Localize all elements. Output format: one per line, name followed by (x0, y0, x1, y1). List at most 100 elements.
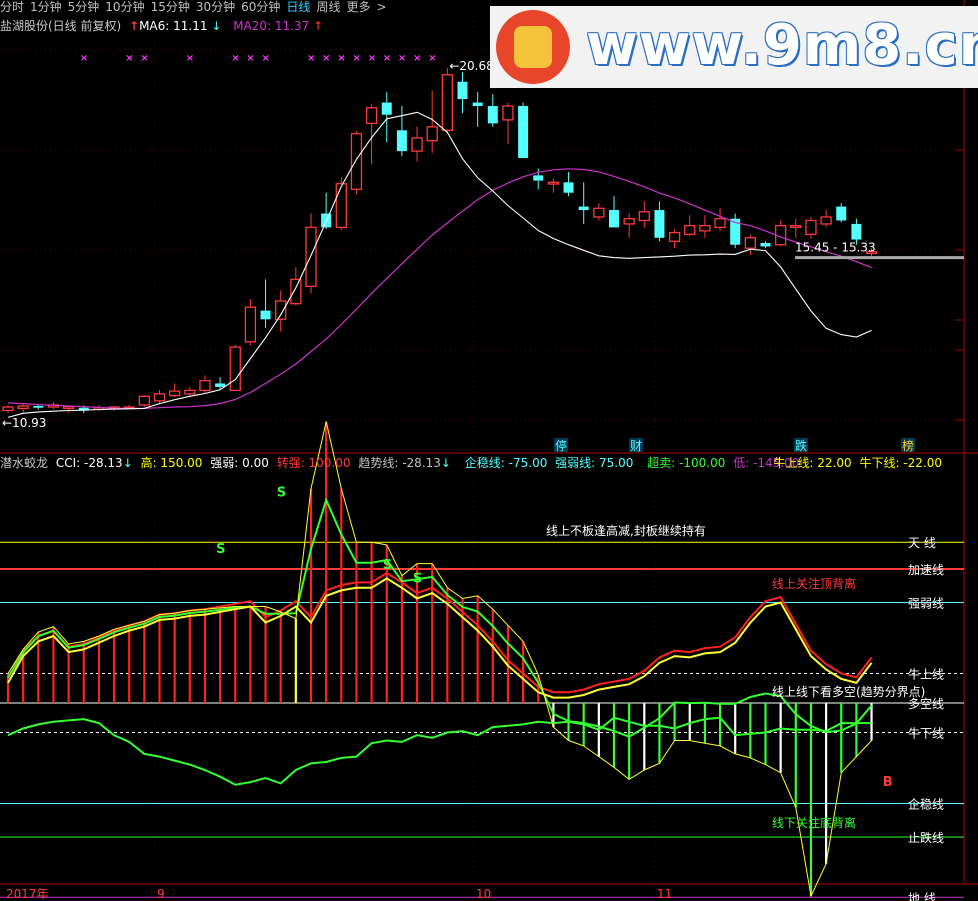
candle-body (790, 225, 802, 229)
candle-body (168, 390, 181, 397)
ma6-line (7, 111, 872, 418)
candle-body (184, 389, 196, 395)
candle-body (381, 102, 392, 115)
candle-0 (2, 405, 14, 413)
signal-marker-0: × (80, 53, 88, 64)
candle-18 (275, 290, 287, 332)
watermark-logo-icon (496, 10, 570, 84)
cci-green-line (7, 497, 873, 738)
candle-50 (760, 241, 771, 249)
candle-body (563, 182, 574, 193)
candle-body (638, 211, 650, 222)
ma6-arrow-icon: ↓ (211, 19, 222, 33)
signal-marker-14: × (413, 53, 421, 64)
candle-42 (638, 201, 650, 228)
period-tab-10[interactable]: > (376, 0, 386, 14)
date-tick-1: 9 (157, 887, 165, 901)
candle-body (17, 405, 29, 410)
watermark-text: www.9m8.cn (586, 13, 978, 78)
niushang-value: 牛上线: 22.00 (773, 456, 852, 470)
candle-body (33, 405, 44, 408)
kline-chart[interactable]: 15.45 - 15.33 ←20.68 ←10.93 × × × × × × × × × × × × × × ×… (0, 0, 978, 901)
signal-marker-2: × (140, 53, 148, 64)
event-tag-text: 停 (555, 438, 567, 453)
candle-body (760, 243, 771, 247)
candle-17 (260, 279, 271, 328)
candle-43 (654, 201, 665, 242)
level-label-2: 强弱线 (908, 597, 944, 611)
candle-16 (244, 299, 257, 346)
level-label-3: 牛上线 (908, 667, 944, 682)
event-tag-text: 跌 (795, 438, 807, 453)
ma20-label: MA20: 11.37 (233, 19, 310, 33)
cci-indicator-panel[interactable]: 天 线加速线强弱线牛上线多空线牛下线企稳线止跌线地 线 S S S S B 线上不板逢高减,… (0, 421, 964, 901)
high-value: 高: 150.00 (140, 456, 203, 470)
candle-body (654, 210, 665, 238)
candle-29 (441, 67, 454, 134)
signal-label-1: S (277, 486, 286, 501)
signal-marker-3: × (186, 53, 194, 64)
low-price-label: ←10.93 (2, 416, 46, 430)
period-tab-8[interactable]: 周线 (316, 0, 340, 14)
level-label-4: 多空线 (908, 697, 944, 711)
indicator-note-0: 线上不板逢高减,封板继续持有 (546, 523, 706, 538)
candle-39 (593, 203, 605, 221)
candle-body (593, 207, 605, 218)
qiangruoxian-value: 强弱线: 75.00 (555, 456, 634, 470)
cci-value: CCI: -28.13 (55, 456, 123, 470)
event-tag-0: 停 (554, 438, 568, 453)
signal-marker-15: × (428, 53, 436, 64)
candle-body (365, 107, 378, 125)
candle-body (668, 231, 681, 242)
candle-32 (487, 93, 498, 127)
main-legend: 盐湖股份(日线 前复权) ↑MA6: 11.11 ↓ MA20: 11.37 ↑ (0, 19, 323, 33)
date-tick-2: 10 (476, 887, 491, 901)
candle-24 (365, 104, 378, 165)
period-tab-5[interactable]: 30分钟 (196, 0, 235, 14)
candle-body (153, 393, 166, 402)
period-toolbar: 分时 1分钟 5分钟 10分钟 15分钟 30分钟 60分钟 日线 周线 更多 > (0, 0, 420, 16)
candle-49 (744, 234, 756, 256)
candle-25 (381, 92, 392, 143)
zhuanqiang-value: 转强: 100.00 (276, 456, 351, 470)
candle-body (547, 181, 560, 185)
period-tab-6[interactable]: 60分钟 (241, 0, 280, 14)
period-tab-2[interactable]: 5分钟 (68, 0, 100, 14)
candle-body (487, 106, 498, 124)
candle-body (851, 223, 862, 240)
main-price-panel[interactable]: 15.45 - 15.33 ←20.68 ←10.93 × × × × × × × × × × × × × × ×… (2, 53, 964, 453)
candle-44 (668, 229, 681, 249)
candle-33 (502, 102, 514, 145)
period-tab-1[interactable]: 1分钟 (30, 0, 62, 14)
candle-body (578, 206, 589, 211)
high-price-label: ←20.68 (449, 59, 493, 73)
chart-frame (0, 0, 978, 885)
indicator-note-1: 线上关注顶背离 (772, 576, 856, 591)
period-tab-0[interactable]: 分时 (0, 0, 24, 14)
qiwen-value: 企稳线: -75.00 (464, 456, 548, 470)
candle-body (411, 137, 423, 152)
candle-body (138, 395, 151, 406)
indicator-note-2: 线上线下看多空(趋势分界点) (772, 685, 925, 699)
candle-body (260, 310, 271, 320)
level-label-1: 加速线 (908, 563, 944, 577)
candle-10 (153, 390, 166, 405)
period-tab-9[interactable]: 更多 (346, 0, 370, 14)
period-tab-7[interactable]: 日线 (286, 0, 310, 14)
candle-body (623, 218, 635, 225)
candle-47 (714, 208, 726, 231)
candle-19 (290, 267, 302, 306)
signal-label-3: S (413, 571, 422, 586)
signal-label-2: S (383, 558, 392, 573)
candle-body (836, 206, 847, 221)
watermark-banner: www.9m8.cn (490, 6, 978, 88)
ma20-line (7, 168, 872, 409)
period-tab-3[interactable]: 10分钟 (105, 0, 144, 14)
date-axis: 2017年 9 10 11 (6, 887, 672, 901)
event-tag-text: 榜 (902, 438, 914, 453)
period-tab-4[interactable]: 15分钟 (151, 0, 190, 14)
candle-body (714, 218, 726, 229)
candle-22 (335, 177, 347, 231)
signal-marker-11: × (368, 53, 376, 64)
sub-legend: 潜水蛟龙 CCI: -28.13↓ 高: 150.00 强弱: 0.00 转强:… (0, 456, 799, 470)
